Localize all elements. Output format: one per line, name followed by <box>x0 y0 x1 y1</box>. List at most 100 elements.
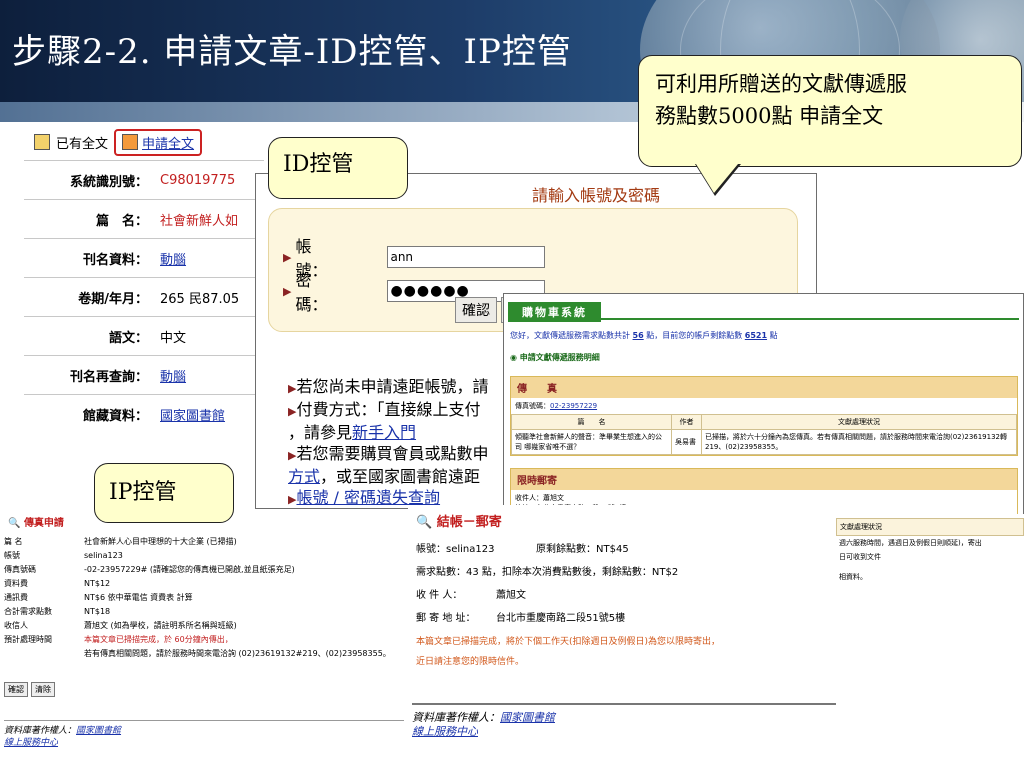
fax-footer: 資料庫著作權人：國家圖書館 線上服務中心 <box>4 720 404 749</box>
record-table: 系統識別號： C98019775 篇 名： 社會新鮮人如 刊名資料： 動腦 卷期… <box>24 160 264 434</box>
status-header: 文獻處理狀況 <box>836 518 1024 536</box>
mail-footer: 資料庫著作權人：國家圖書館 線上服務中心 <box>412 703 836 739</box>
field-value: 中文 <box>154 316 264 356</box>
fax-row: 傳真號碼 -02-23957229# (請確認您的傳真機已開啟,並且紙張充足) <box>4 565 295 574</box>
points-summary: 您好，文獻傳遞服務需求點數共計 56 點，目前您的帳戶剩餘點數 6521 點 <box>510 331 778 340</box>
field-value: 265 民87.05 <box>154 277 264 317</box>
mail-box-header: 限時郵寄 <box>511 469 1017 490</box>
note-line: ▶付費方式：「直接線上支付 <box>288 400 481 419</box>
fax-buttons: 確認 清除 <box>4 682 55 697</box>
journal-search-link[interactable]: 動腦 <box>154 355 264 395</box>
fax-row: 篇 名社會新鮮人心目中理想的十大企業 (已掃描) <box>4 537 237 546</box>
note-line: ▶若您尚未申請遠距帳號，請 <box>288 377 489 396</box>
table-row: 卷期/年月： 265 民87.05 <box>24 277 264 317</box>
mail-row: 需求點數：43 點，扣除本次消費點數後，剩餘點數：NT$2 <box>416 567 679 578</box>
record-tabs: 已有全文 申請全文 <box>24 124 264 160</box>
online-service-link[interactable]: 線上服務中心 <box>4 737 404 749</box>
status-strip: 文獻處理狀況 週六服務時間，遇週日及例假日則順延)，寄出 日可收到文件 相資料。 <box>836 514 1024 594</box>
id-control-callout: ID控管 <box>268 137 408 199</box>
green-dot-icon: ◉ <box>510 353 517 362</box>
col-status: 文獻處理狀況 <box>701 414 1017 430</box>
fax-row: 資料費 NT$12 <box>4 579 111 588</box>
checkout-mail-panel: 🔍 結帳－郵寄 帳號：selina123 原剩餘點數：NT$45 需求點數：43… <box>408 505 836 768</box>
fax-confirm-button[interactable]: 確認 <box>4 682 28 697</box>
magnifier-icon: 🔍 <box>8 518 21 529</box>
field-label: 篇 名： <box>24 199 154 239</box>
table-row: 語文： 中文 <box>24 316 264 356</box>
cell-title: 傾聽準社會新鮮人的聲音：準畢業生想進入的公司 哪幾家省唯不選？ <box>511 429 672 455</box>
table-header-row: 篇 名 作者 文獻處理狀況 <box>511 414 1017 430</box>
holdings-link[interactable]: 國家圖書館 <box>154 394 264 434</box>
fax-row: 通訊費 NT$6 依中華電信 資費表 計算 <box>4 593 193 602</box>
library-link[interactable]: 國家圖書館 <box>76 726 121 736</box>
fax-row: 帳號 selina123 <box>4 551 123 560</box>
note-line: ，請參見新手入門 <box>288 423 417 442</box>
points-callout: 可利用所贈送的文獻傳遞服 務點數5000點 申請全文 <box>638 55 1022 196</box>
fax-row: 收信人 蕭旭文 (如為學校，請註明系所名稱與班級) <box>4 621 237 630</box>
apply-full-text-link[interactable]: 申請全文 <box>142 133 194 152</box>
field-label: 刊名再查詢： <box>24 355 154 395</box>
status-line: 日可收到文件 <box>839 553 881 561</box>
note-line: ▶若您需要購買會員或點數申 <box>288 444 489 463</box>
table-row: 系統識別號： C98019775 <box>24 160 264 200</box>
tab-have-full-text[interactable]: 已有全文 <box>56 133 108 152</box>
online-service-link[interactable]: 線上服務中心 <box>412 725 836 739</box>
journal-link[interactable]: 動腦 <box>154 238 264 278</box>
fax-row: 合計需求點數 NT$18 <box>4 607 111 616</box>
note-line: 方式，或至國家圖書館遠距 <box>288 467 481 486</box>
mail-row: 收 件 人： 蕭旭文 <box>416 590 526 601</box>
fax-clear-button[interactable]: 清除 <box>31 682 55 697</box>
password-label: 密 碼： <box>295 271 360 314</box>
table-row: 刊名資料： 動腦 <box>24 238 264 278</box>
fax-box-header: 傳 真 <box>511 377 1017 398</box>
col-title: 篇 名 <box>511 414 672 430</box>
fax-number-line: 傳真號碼：02-23957229 <box>515 402 598 410</box>
mail-row: 郵 寄 地 址： 台北市重慶南路二段51號5樓 <box>416 613 626 624</box>
status-line: 相資料。 <box>839 573 867 581</box>
fax-order-box: 傳 真 傳真號碼：02-23957229 篇 名 作者 文獻處理狀況 傾聽準社會… <box>510 376 1018 456</box>
bullet-icon: ▶ <box>283 250 292 264</box>
field-label: 語文： <box>24 316 154 356</box>
section-title: ◉ 申請文獻傳遞服務明細 <box>510 353 600 362</box>
bullet-icon: ▶ <box>283 284 292 298</box>
cart-tab-underline <box>508 318 1019 320</box>
table-row: 篇 名： 社會新鮮人如 <box>24 199 264 239</box>
table-row: 館藏資料： 國家圖書館 <box>24 394 264 434</box>
remaining-points: 6521 <box>744 331 768 340</box>
field-value: C98019775 <box>154 160 264 200</box>
table-row: 刊名再查詢： 動腦 <box>24 355 264 395</box>
apply-icon <box>122 134 139 150</box>
beginner-guide-link[interactable]: 新手入門 <box>352 423 416 442</box>
fax-row: 若有傳真相關問題，請於服務時間來電洽詢 (02)23619132#219、(02… <box>84 649 391 658</box>
confirm-button[interactable]: 確認 <box>455 297 497 323</box>
field-label: 卷期/年月： <box>24 277 154 317</box>
full-text-icon <box>34 134 50 150</box>
callout-tail <box>696 164 738 193</box>
fax-number-link[interactable]: 02-23957229 <box>550 402 597 410</box>
status-line: 週六服務時間，遇週日及例假日則順延)，寄出 <box>839 539 982 547</box>
table-row: 傾聽準社會新鮮人的聲音：準畢業生想進入的公司 哪幾家省唯不選？ 吳易書 已掃描，… <box>511 429 1017 455</box>
login-notes: ▶若您尚未申請遠距帳號，請 ▶付費方式：「直接線上支付 ，請參見新手入門 ▶若您… <box>288 376 538 510</box>
mail-row: 帳號：selina123 原剩餘點數：NT$45 <box>416 544 629 555</box>
col-author: 作者 <box>671 414 702 430</box>
mail-notice: 本篇文章已掃描完成，將於下個工作天(扣除週日及例假日)為您以限時寄出， 近日請注… <box>416 637 721 667</box>
fax-order-table: 篇 名 作者 文獻處理狀況 傾聽準社會新鮮人的聲音：準畢業生想進入的公司 哪幾家… <box>511 414 1017 455</box>
account-input[interactable] <box>387 246 546 268</box>
library-link[interactable]: 國家圖書館 <box>500 711 555 724</box>
required-points: 56 <box>632 331 644 340</box>
field-label: 館藏資料： <box>24 394 154 434</box>
cell-status: 已掃描，將於六十分鐘內為您傳真。若有傳真相關問題，請於服務時間來電洽詢(02)2… <box>701 429 1017 455</box>
mail-panel-title: 🔍 結帳－郵寄 <box>416 515 502 530</box>
field-label: 刊名資料： <box>24 238 154 278</box>
payment-method-link[interactable]: 方式 <box>288 467 320 486</box>
page-title: 步驟2-2. 申請文章-ID控管、IP控管 <box>12 32 572 72</box>
fax-application-panel: 🔍 傳真申請 篇 名社會新鮮人心目中理想的十大企業 (已掃描) 帳號 selina… <box>0 508 408 768</box>
record-detail-panel: 已有全文 申請全文 系統識別號： C98019775 篇 名： 社會新鮮人如 刊… <box>24 124 264 444</box>
cell-author: 吳易書 <box>671 429 702 455</box>
magnifier-icon: 🔍 <box>416 515 433 530</box>
ip-control-callout: IP控管 <box>94 463 234 523</box>
field-value: 社會新鮮人如 <box>154 199 264 239</box>
fax-row: 預計處理時間 本篇文章已掃描完成，於 60分鐘內傳出， <box>4 635 233 644</box>
field-label: 系統識別號： <box>24 160 154 200</box>
apply-full-text-button[interactable]: 申請全文 <box>114 128 203 156</box>
